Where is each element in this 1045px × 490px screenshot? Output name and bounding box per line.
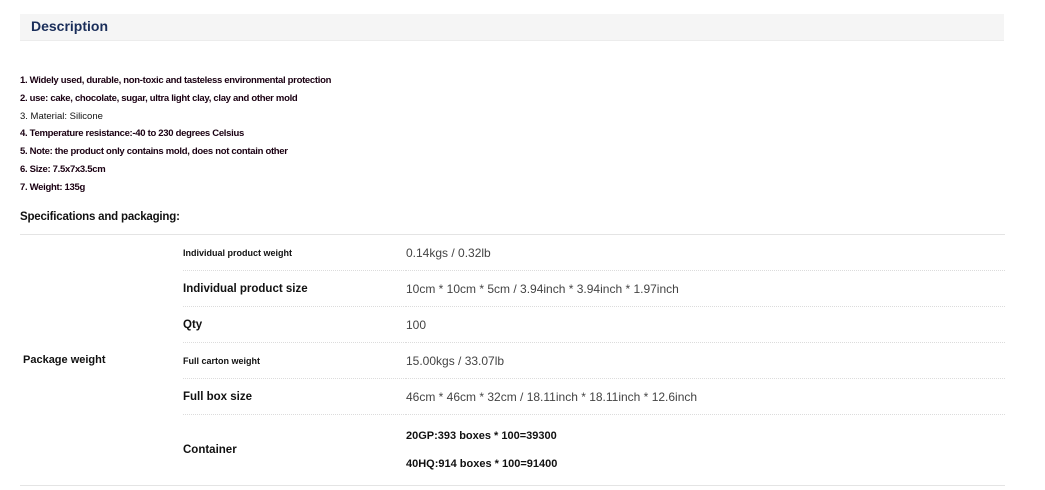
specifications-title: Specifications and packaging: [20,211,180,223]
feature-item: 1. Widely used, durable, non-toxic and t… [20,75,332,86]
spec-key: Full box size [183,378,406,415]
spec-key: Individual product weight [183,234,406,271]
feature-item: 5. Note: the product only contains mold,… [20,146,288,158]
spec-value: 46cm * 46cm * 32cm / 18.11inch * 18.11in… [406,378,1005,415]
feature-list: 1. Widely used, durable, non-toxic and t… [20,72,331,197]
spec-key: Individual product size [183,270,406,307]
feature-item: 6. Size: 7.5x7x3.5cm [20,163,106,175]
spec-value: 10cm * 10cm * 5cm / 3.94inch * 3.94inch … [406,270,1005,307]
spec-value: 0.14kgs / 0.32lb [406,234,1005,271]
specifications-table: Package weight Individual product weight… [20,234,1005,486]
container-values: 20GP:393 boxes * 100=39300 40HQ:914 boxe… [406,415,1005,486]
feature-item: 4. Temperature resistance:-40 to 230 deg… [20,128,244,140]
spec-value: 100 [406,306,1005,343]
feature-item: 2. use: cake, chocolate, sugar, ultra li… [20,92,298,104]
description-header: Description [20,14,1004,41]
spec-key: Full carton weight [183,342,406,379]
spec-key: Qty [183,306,406,343]
description-title: Description [31,18,109,34]
table-row: Package weight Individual product weight… [20,234,1005,366]
feature-item: 7. Weight: 135g [20,181,86,193]
container-value: 40HQ:914 boxes * 100=91400 [406,458,558,470]
feature-item: 3. Material: Silicone [20,110,103,122]
container-value: 20GP:393 boxes * 100=39300 [406,430,557,442]
package-weight-label: Package weight [23,354,106,366]
spec-value: 15.00kgs / 33.07lb [406,342,1005,379]
spec-key: Container [183,444,237,456]
